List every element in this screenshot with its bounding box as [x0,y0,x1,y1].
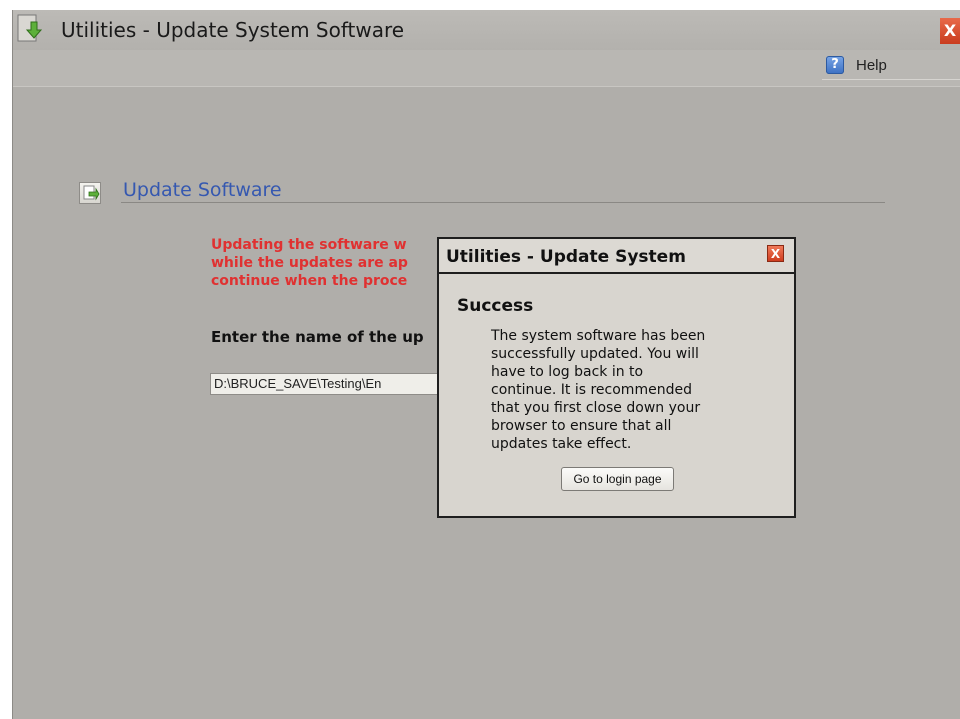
section-divider [121,202,885,203]
section-title: Update Software [123,179,282,201]
dialog-title: Utilities - Update System [446,247,686,267]
help-link[interactable]: ? Help [822,53,960,80]
help-bar: ? Help [13,50,960,87]
go-to-login-button[interactable]: Go to login page [561,467,674,491]
update-document-icon [79,182,101,204]
window-title: Utilities - Update System Software [61,18,405,42]
warning-line: Updating the software w [211,237,407,253]
message-line: continue. It is recommended [491,382,692,398]
warning-line: continue when the proce [211,273,408,289]
help-label[interactable]: Help [856,57,887,74]
dialog-message: The system software has been successfull… [491,327,761,453]
message-line: that you first close down your [491,400,701,416]
message-line: The system software has been [491,328,706,344]
app-window: Utilities - Update System Software X ? H… [12,10,960,719]
message-line: browser to ensure that all [491,418,672,434]
update-download-icon [17,14,43,44]
close-icon[interactable]: X [940,18,960,44]
title-bar: Utilities - Update System Software X [13,10,960,50]
warning-line: while the updates are ap [211,255,408,271]
message-line: updates take effect. [491,436,632,452]
message-line: successfully updated. You will [491,346,699,362]
file-name-label: Enter the name of the up [211,328,424,346]
close-icon[interactable]: X [767,245,784,262]
file-path-input[interactable]: D:\BRUCE_SAVE\Testing\En [210,373,440,395]
dialog-heading: Success [457,296,534,316]
message-line: have to log back in to [491,364,644,380]
update-warning-text: Updating the software w while the update… [211,236,451,290]
help-question-icon: ? [826,56,844,74]
success-dialog: Utilities - Update System X Success The … [437,237,796,518]
dialog-title-bar: Utilities - Update System X [439,239,794,274]
